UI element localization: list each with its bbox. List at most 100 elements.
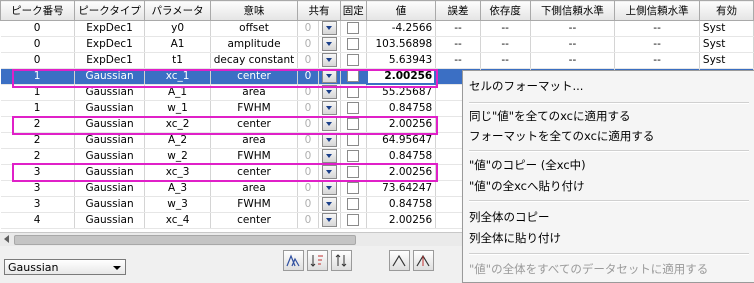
cell-peak-type[interactable]: ExpDec1 xyxy=(74,20,146,37)
cell-fixed[interactable] xyxy=(340,68,367,85)
cell-value[interactable]: 2.00256 xyxy=(366,164,437,181)
cell-fixed[interactable] xyxy=(340,132,367,149)
cell-parameter[interactable]: w_1 xyxy=(144,100,211,117)
cell-share-dropdown[interactable] xyxy=(318,36,341,53)
cell-value[interactable]: 2.00256 xyxy=(366,68,437,85)
sort-button[interactable] xyxy=(307,250,328,271)
cell-parameter[interactable]: t1 xyxy=(144,52,211,69)
cell-upper-confidence[interactable]: -- xyxy=(614,36,700,53)
cell-meaning[interactable]: FWHM xyxy=(210,100,299,117)
fixed-checkbox[interactable] xyxy=(347,70,360,82)
cell-value[interactable]: -4.2566 xyxy=(366,20,437,37)
col-header-peak-type[interactable]: ピークタイプ xyxy=(73,0,146,21)
fixed-checkbox[interactable] xyxy=(347,22,360,34)
cell-peak-number[interactable]: 3 xyxy=(0,196,75,213)
cell-peak-number[interactable]: 0 xyxy=(0,20,75,37)
fixed-checkbox[interactable] xyxy=(347,214,360,226)
cell-share[interactable]: 0 xyxy=(297,132,319,149)
col-header-upper-confidence[interactable]: 上側信頼水準 xyxy=(614,0,700,21)
cell-parameter[interactable]: xc_1 xyxy=(144,68,211,85)
cell-peak-type[interactable]: Gaussian xyxy=(74,196,146,213)
cell-peak-number[interactable]: 1 xyxy=(0,100,75,117)
col-header-share[interactable]: 共有 xyxy=(297,0,341,21)
cell-parameter[interactable]: A_2 xyxy=(144,132,211,149)
col-header-value[interactable]: 値 xyxy=(365,0,437,21)
chevron-down-icon[interactable] xyxy=(321,133,337,147)
cell-fixed[interactable] xyxy=(340,148,367,165)
peak-left-button[interactable] xyxy=(389,250,410,271)
cell-peak-type[interactable]: Gaussian xyxy=(74,116,146,133)
chevron-down-icon[interactable] xyxy=(321,213,337,227)
chevron-down-icon[interactable] xyxy=(321,197,337,211)
cell-peak-type[interactable]: Gaussian xyxy=(74,68,146,85)
cell-parameter[interactable]: A_1 xyxy=(144,84,211,101)
cell-share-dropdown[interactable] xyxy=(318,164,341,181)
menu-item-format-cells[interactable]: セルのフォーマット... xyxy=(469,77,583,95)
cell-fixed[interactable] xyxy=(340,20,367,37)
cell-value[interactable]: 2.00256 xyxy=(366,212,437,229)
cell-value[interactable]: 0.84758 xyxy=(366,100,437,117)
cell-fixed[interactable] xyxy=(340,212,367,229)
cell-value[interactable]: 55.25687 xyxy=(366,84,437,101)
chevron-down-icon[interactable] xyxy=(321,21,337,35)
fixed-checkbox[interactable] xyxy=(347,198,360,210)
col-header-parameter[interactable]: パラメータ xyxy=(144,0,211,21)
cell-peak-type[interactable]: Gaussian xyxy=(74,180,146,197)
cell-share[interactable]: 0 xyxy=(297,148,319,165)
table-row[interactable]: 0 ExpDec1 t1 decay constant 0 5.63943 -- -- -- --… xyxy=(0,52,754,69)
col-header-lower-confidence[interactable]: 下側信頼水準 xyxy=(529,0,616,21)
col-header-peak-number[interactable]: ピーク番号 xyxy=(0,0,75,21)
cell-share[interactable]: 0 xyxy=(297,164,319,181)
cell-share[interactable]: 0 xyxy=(297,100,319,117)
cell-meaning[interactable]: FWHM xyxy=(210,148,299,165)
table-row[interactable]: 0 ExpDec1 y0 offset 0 -4.2566 -- -- -- -- Syst xyxy=(0,20,754,37)
col-header-dependency[interactable]: 依存度 xyxy=(479,0,531,21)
cell-parameter[interactable]: A1 xyxy=(144,36,211,53)
cell-meaning[interactable]: area xyxy=(210,132,299,149)
cell-peak-type[interactable]: ExpDec1 xyxy=(74,52,146,69)
cell-meaning[interactable]: decay constant xyxy=(210,52,299,69)
chevron-down-icon[interactable] xyxy=(321,165,337,179)
cell-parameter[interactable]: xc_2 xyxy=(144,116,211,133)
cell-meaning[interactable]: center xyxy=(210,164,299,181)
cell-meaning[interactable]: FWHM xyxy=(210,196,299,213)
fixed-checkbox[interactable] xyxy=(347,54,360,66)
menu-item-apply-format-all-xc[interactable]: フォーマットを全てのxcに適用する xyxy=(469,127,654,145)
cell-share[interactable]: 0 xyxy=(297,84,319,101)
cell-meaning[interactable]: area xyxy=(210,84,299,101)
menu-item-copy-value[interactable]: "値"のコピー (全xc中) xyxy=(469,156,586,174)
cell-peak-number[interactable]: 3 xyxy=(0,180,75,197)
cell-share[interactable]: 0 xyxy=(297,212,319,229)
table-row[interactable]: 0 ExpDec1 A1 amplitude 0 103.56898 -- -- -- -- Sys… xyxy=(0,36,754,53)
cell-error[interactable]: -- xyxy=(435,36,481,53)
cell-share-dropdown[interactable] xyxy=(318,196,341,213)
cell-share-dropdown[interactable] xyxy=(318,132,341,149)
cell-value[interactable]: 64.95647 xyxy=(366,132,437,149)
fixed-checkbox[interactable] xyxy=(347,150,360,162)
cell-error[interactable]: -- xyxy=(435,52,481,69)
cell-share-dropdown[interactable] xyxy=(318,52,341,69)
cell-share[interactable]: 0 xyxy=(297,52,319,69)
cell-lower-confidence[interactable]: -- xyxy=(530,20,616,37)
cell-upper-confidence[interactable]: -- xyxy=(614,20,700,37)
cell-share-dropdown[interactable] xyxy=(318,180,341,197)
cell-valid[interactable]: Syst xyxy=(699,52,754,69)
menu-item-paste-column[interactable]: 列全体に貼り付け xyxy=(469,229,561,247)
cell-meaning[interactable]: offset xyxy=(210,20,299,37)
cell-parameter[interactable]: A_3 xyxy=(144,180,211,197)
cell-meaning[interactable]: center xyxy=(210,116,299,133)
cell-dependency[interactable]: -- xyxy=(480,36,531,53)
cell-fixed[interactable] xyxy=(340,36,367,53)
cell-share-dropdown[interactable] xyxy=(318,212,341,229)
cell-fixed[interactable] xyxy=(340,100,367,117)
peak-type-select[interactable]: Gaussian xyxy=(4,259,126,275)
cell-peak-number[interactable]: 1 xyxy=(0,84,75,101)
cell-share-dropdown[interactable] xyxy=(318,20,341,37)
fixed-checkbox[interactable] xyxy=(347,102,360,114)
cell-value[interactable]: 103.56898 xyxy=(366,36,437,53)
cell-valid[interactable]: Syst xyxy=(699,20,754,37)
menu-item-paste-value[interactable]: "値"の全xcへ貼り付け xyxy=(469,177,585,195)
fixed-checkbox[interactable] xyxy=(347,166,360,178)
cell-meaning[interactable]: center xyxy=(210,212,299,229)
cell-fixed[interactable] xyxy=(340,196,367,213)
